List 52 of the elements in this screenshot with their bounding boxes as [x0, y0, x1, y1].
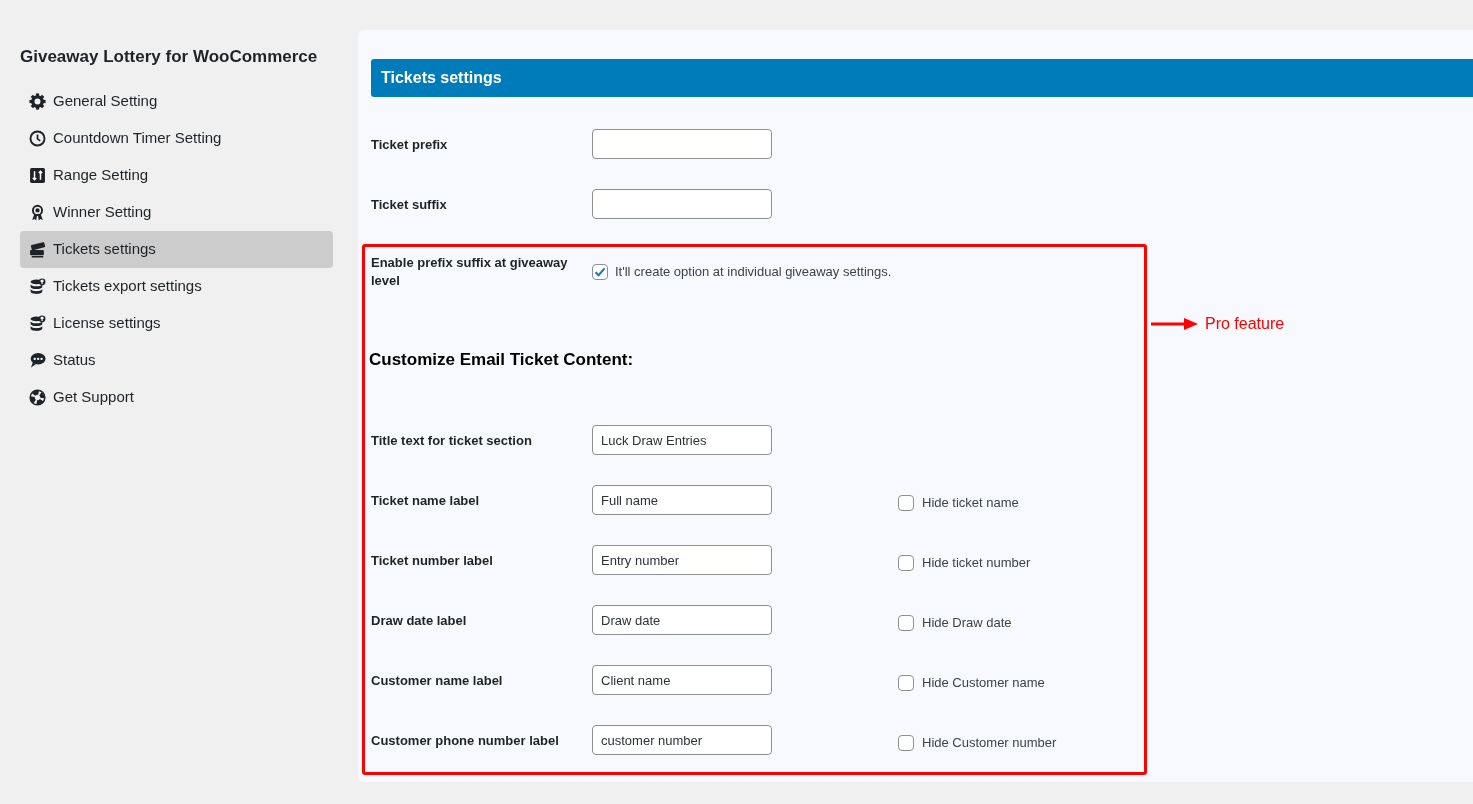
nav-item[interactable]: Range Setting — [20, 157, 333, 194]
nav-item[interactable]: Countdown Timer Setting — [20, 120, 333, 157]
database-icon — [29, 315, 46, 332]
section-header: Tickets settings — [371, 59, 1473, 97]
text-field[interactable]: Full name — [592, 485, 772, 515]
checkbox-label: Hide Draw date — [922, 613, 1012, 632]
sidebar-title: Giveaway Lottery for WooCommerce — [20, 46, 318, 68]
clock-icon — [29, 130, 46, 147]
nav-item[interactable]: Get Support — [20, 379, 333, 416]
text-field[interactable]: Client name — [592, 665, 772, 695]
checkbox-label: Hide ticket number — [922, 553, 1031, 572]
nav-item[interactable]: License settings — [20, 305, 333, 342]
text-field[interactable] — [592, 129, 772, 159]
field-label: Ticket name label — [371, 493, 480, 508]
checkbox[interactable] — [898, 494, 914, 511]
field-label: Title text for ticket section — [371, 433, 532, 448]
checkbox[interactable] — [898, 614, 914, 631]
checkbox-label: It'll create option at individual giveaway settings. — [615, 263, 892, 282]
field-label: Enable prefix suffix at giveaway level — [371, 254, 569, 290]
database-icon — [29, 278, 46, 295]
field-label: Ticket number label — [371, 553, 493, 568]
text-field[interactable]: Draw date — [592, 605, 772, 635]
section-heading: Customize Email Ticket Content: — [369, 349, 634, 371]
text-field[interactable]: Entry number — [592, 545, 772, 575]
annotation-label: Pro feature — [1205, 315, 1285, 333]
arrow-icon — [1151, 318, 1198, 330]
nav-item[interactable]: General Setting — [20, 83, 333, 120]
checkbox-label: Hide Customer name — [922, 673, 1045, 692]
field-label: Ticket suffix — [371, 197, 447, 212]
checkbox[interactable] — [898, 554, 914, 571]
sliders-icon — [29, 167, 46, 184]
nav-item[interactable]: Status — [20, 342, 333, 379]
life-ring-icon — [29, 389, 46, 406]
checkbox[interactable] — [898, 734, 914, 751]
nav-item[interactable]: Tickets export settings — [20, 268, 333, 305]
text-field[interactable] — [592, 189, 772, 219]
text-field[interactable]: Luck Draw Entries — [592, 425, 772, 455]
field-label: Customer name label — [371, 673, 503, 688]
checkbox-label: Hide ticket name — [922, 493, 1019, 512]
checkbox[interactable] — [592, 264, 608, 280]
award-icon — [29, 204, 46, 221]
nav-item[interactable]: Tickets settings — [20, 231, 333, 268]
text-field[interactable]: customer number — [592, 725, 772, 755]
chat-bubble-icon — [29, 352, 46, 369]
checkbox[interactable] — [898, 674, 914, 691]
field-label: Draw date label — [371, 613, 467, 628]
field-label: Customer phone number label — [371, 733, 559, 748]
nav-item[interactable]: Winner Setting — [20, 194, 333, 231]
gear-icon — [29, 93, 46, 110]
tickets-icon — [29, 241, 46, 258]
field-label: Ticket prefix — [371, 137, 448, 152]
checkbox-label: Hide Customer number — [922, 733, 1057, 752]
